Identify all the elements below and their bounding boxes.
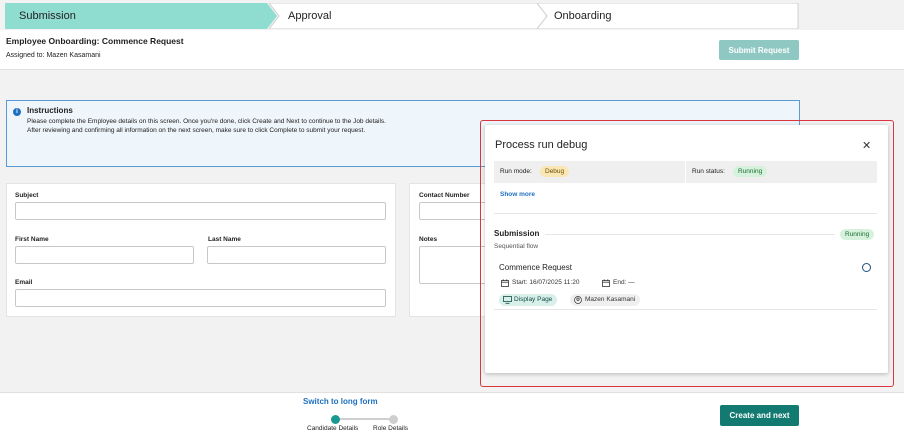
section-status-badge: Running [840, 229, 875, 240]
run-status-badge: Running [733, 166, 768, 177]
user-icon [574, 296, 582, 304]
step-label: Submission [19, 10, 76, 22]
task-start-time: Start: 16/07/2025 11:20 [512, 279, 580, 286]
step-label: Approval [288, 10, 332, 22]
debug-title: Process run debug [495, 139, 588, 151]
progress-track [336, 418, 394, 420]
email-label: Email [15, 279, 33, 286]
email-input[interactable] [15, 289, 386, 307]
debug-divider [494, 213, 877, 214]
monitor-icon [503, 296, 512, 304]
calendar-icon [602, 279, 610, 287]
run-mode-badge: Debug [540, 166, 570, 177]
instructions-line-1: Please complete the Employee details on … [27, 118, 386, 125]
run-mode-label: Run mode: [500, 168, 532, 175]
create-and-next-button[interactable]: Create and next [720, 405, 799, 426]
close-icon[interactable]: ✕ [862, 139, 871, 152]
user-chip: Mazen Kasamani [570, 294, 641, 306]
task-end-time: End: — [613, 279, 635, 286]
notes-label: Notes [419, 236, 438, 243]
progress-dot-role[interactable] [389, 415, 398, 424]
last-name-input[interactable] [207, 246, 386, 264]
show-more-link[interactable]: Show more [500, 191, 535, 198]
section-rule [545, 234, 835, 235]
first-name-input[interactable] [15, 246, 194, 264]
instructions-title: Instructions [27, 106, 73, 115]
progress-label-role: Role Details [373, 425, 409, 432]
user-chip-label: Mazen Kasamani [585, 296, 636, 303]
assigned-to: Assigned to: Mazen Kasamani [6, 52, 101, 59]
step-label: Onboarding [554, 10, 612, 22]
task-title: Commence Request [499, 263, 572, 272]
section-title: Submission [494, 229, 540, 238]
subject-input[interactable] [15, 202, 386, 220]
progress-label-candidate: Candidate Details [307, 425, 359, 432]
switch-long-form-link[interactable]: Switch to long form [303, 397, 378, 406]
submit-request-button[interactable]: Submit Request [719, 40, 799, 60]
instructions-line-2: After reviewing and confirming all infor… [27, 127, 366, 134]
step-submission[interactable]: Submission [5, 3, 277, 29]
page-title: Employee Onboarding: Commence Request [6, 36, 184, 46]
info-icon: i [13, 108, 21, 116]
progress-dot-candidate[interactable] [331, 415, 340, 424]
display-page-label: Display Page [514, 296, 553, 303]
step-onboarding[interactable]: Onboarding [537, 3, 799, 29]
calendar-icon [501, 279, 509, 287]
last-name-label: Last Name [208, 236, 241, 243]
step-approval[interactable]: Approval [269, 3, 547, 29]
run-info-divider [685, 161, 686, 183]
display-page-chip: Display Page [499, 294, 558, 306]
first-name-label: First Name [15, 236, 49, 243]
contact-number-label: Contact Number [419, 192, 470, 199]
process-stepper: Submission Approval Onboarding [5, 3, 799, 29]
section-subtitle: Sequential flow [494, 243, 539, 250]
run-status-label: Run status: [692, 168, 725, 175]
subject-label: Subject [15, 192, 39, 199]
status-circle-icon [862, 263, 871, 272]
